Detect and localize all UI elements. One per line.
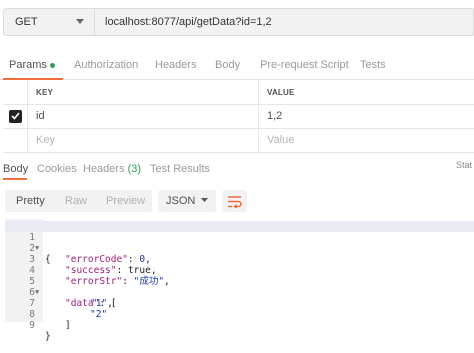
view-mode-group: Pretty Raw Preview: [5, 190, 152, 212]
raw-button[interactable]: Raw: [65, 195, 87, 207]
tab-body[interactable]: Body: [215, 59, 240, 71]
new-value-input[interactable]: Value: [259, 128, 474, 152]
value-header: VALUE: [267, 87, 295, 97]
code-line: 4 "errorStr": "成功",: [5, 254, 474, 287]
tab-response-body[interactable]: Body: [3, 163, 28, 175]
value-placeholder: Value: [267, 134, 295, 146]
value-header-cell: VALUE: [259, 80, 474, 104]
param-key: id: [36, 110, 45, 122]
format-select[interactable]: JSON: [158, 190, 216, 212]
wrap-lines-button[interactable]: [222, 190, 247, 212]
params-indicator-dot: [49, 62, 55, 68]
params-row: id 1,2: [3, 104, 474, 129]
params-new-row: Key Value: [3, 128, 474, 153]
status-label: Stat: [456, 160, 473, 170]
param-checkbox[interactable]: [8, 109, 22, 123]
code-line: 2 "errorCode": 0,: [5, 232, 474, 265]
format-label: JSON: [166, 195, 196, 207]
tab-headers[interactable]: Headers: [155, 59, 197, 71]
key-header: KEY: [36, 87, 54, 97]
tab-response-headers[interactable]: Headers (3): [83, 163, 141, 175]
key-header-cell: KEY: [28, 80, 259, 104]
url-text: localhost:8077/api/getData?id=1,2: [105, 16, 272, 28]
checkmark-icon: [10, 112, 20, 120]
response-body-editor[interactable]: 1 ▼ { 2 "errorCode": 0, 3 "success": tru…: [5, 219, 474, 342]
tab-params-label: Params: [9, 59, 47, 71]
param-value-cell[interactable]: 1,2: [259, 104, 474, 128]
param-key-cell[interactable]: id: [28, 104, 259, 128]
tab-tests[interactable]: Tests: [360, 59, 386, 71]
tab-test-results[interactable]: Test Results: [150, 163, 210, 175]
code-line: 9 }: [5, 309, 474, 342]
method-label: GET: [15, 16, 38, 28]
code-line: 1 ▼ {: [5, 221, 474, 265]
params-header-row: KEY VALUE: [3, 80, 474, 105]
new-row-check-cell: [3, 128, 28, 152]
wrap-lines-icon: [228, 195, 242, 208]
code-line: 3 "success": true,: [5, 243, 474, 276]
headers-count: (3): [127, 163, 142, 175]
tab-pre-request-script[interactable]: Pre-request Script: [260, 59, 349, 71]
request-tabs: Params Authorization Headers Body Pre-re…: [0, 50, 474, 80]
preview-button[interactable]: Preview: [106, 195, 145, 207]
chevron-down-icon: [201, 198, 208, 202]
code-line: 5 ▼ "data": [: [5, 265, 474, 309]
code-line: 8 ]: [5, 298, 474, 331]
pretty-button[interactable]: Pretty: [16, 195, 45, 207]
response-tabs: Body Cookies Headers (3) Test Results: [0, 158, 474, 180]
close-brace: }: [45, 331, 51, 342]
key-placeholder: Key: [36, 134, 55, 146]
code-line: 6 "1",: [5, 276, 474, 309]
code-text: }: [45, 331, 51, 342]
params-table: KEY VALUE id 1,2 Key Value: [3, 80, 474, 153]
tab-params[interactable]: Params: [9, 59, 55, 71]
method-select[interactable]: GET: [3, 8, 95, 36]
tab-authorization[interactable]: Authorization: [74, 59, 138, 71]
url-input[interactable]: localhost:8077/api/getData?id=1,2: [95, 8, 474, 36]
code-line: 7 "2": [5, 287, 474, 320]
new-key-input[interactable]: Key: [28, 128, 259, 152]
header-check-cell: [3, 80, 28, 104]
tab-response-headers-label: Headers: [83, 163, 125, 175]
response-active-underline: [3, 178, 27, 180]
param-value: 1,2: [267, 110, 283, 122]
chevron-down-icon: [76, 19, 84, 24]
row-check-cell: [3, 104, 28, 128]
tab-cookies[interactable]: Cookies: [37, 163, 77, 175]
